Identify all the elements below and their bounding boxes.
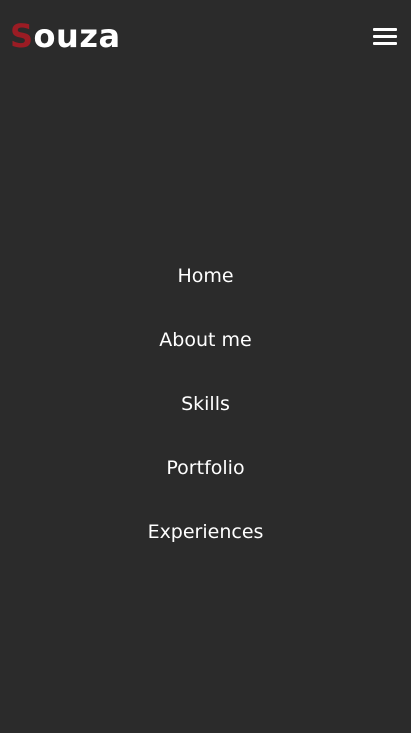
- nav-item-home: Home: [0, 250, 411, 314]
- logo-text: ouza: [33, 17, 121, 55]
- nav-item-about-me: About me: [0, 314, 411, 378]
- nav-link-portfolio[interactable]: Portfolio: [166, 442, 244, 494]
- menu-bar-bottom: [373, 42, 397, 45]
- nav-item-experiences: Experiences: [0, 506, 411, 570]
- hamburger-menu-icon[interactable]: [372, 26, 398, 48]
- mobile-nav-menu: Home About me Skills Portfolio Experienc…: [0, 250, 411, 570]
- nav-link-experiences[interactable]: Experiences: [148, 506, 264, 558]
- site-logo[interactable]: Souza: [10, 16, 121, 56]
- menu-bar-middle: [373, 35, 397, 38]
- site-header: Souza: [0, 0, 411, 76]
- nav-link-about-me[interactable]: About me: [159, 314, 251, 366]
- menu-bar-top: [373, 28, 397, 31]
- nav-link-skills[interactable]: Skills: [181, 378, 230, 430]
- nav-link-home[interactable]: Home: [177, 250, 233, 302]
- nav-item-portfolio: Portfolio: [0, 442, 411, 506]
- logo-first-letter: S: [10, 17, 34, 55]
- nav-item-skills: Skills: [0, 378, 411, 442]
